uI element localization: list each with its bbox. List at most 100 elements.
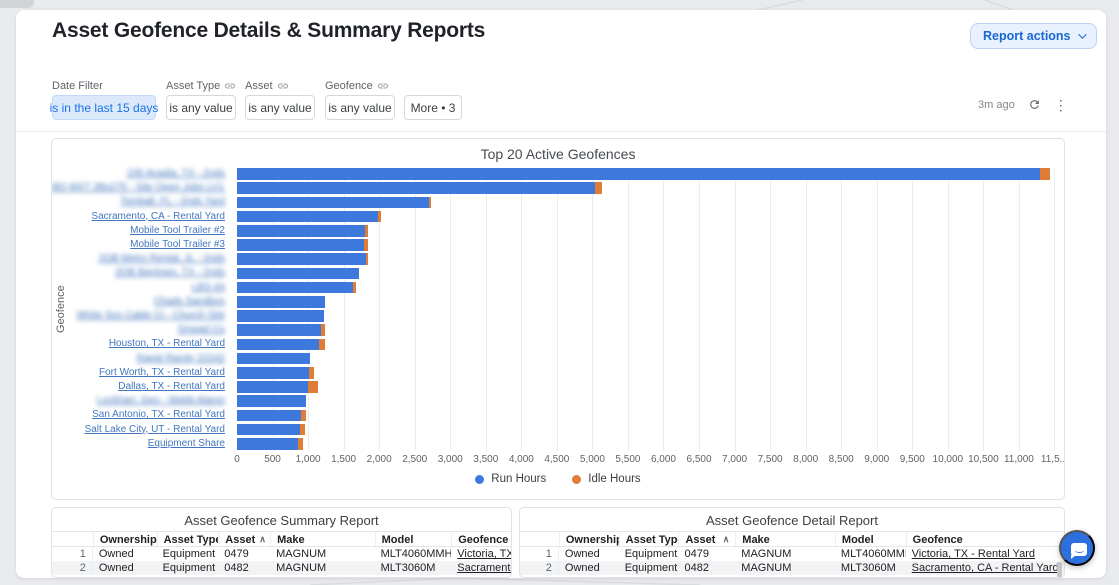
category-label[interactable]: 2OB Baytown, TX - 2nds [52,266,225,280]
category-label[interactable]: Mobile Tool Trailer #3 [52,238,225,252]
column-header[interactable]: Asset Type [157,532,219,546]
idle-hours-bar [301,410,306,422]
gridline [983,167,984,451]
dashboard-panel: Asset Geofence Details & Summary Reports… [16,10,1106,578]
legend-item-run-hours[interactable]: Run Hours [475,473,546,485]
column-header[interactable]: Make [270,532,375,546]
row-number-header[interactable] [520,532,559,546]
category-label[interactable]: BO MXT 2Bx275 - Site Open Jobs LV12 [52,181,225,195]
row-number-cell: 2 [520,561,559,575]
table-cell: Owned [93,561,157,575]
category-label[interactable]: Dallas, TX - Rental Yard [52,380,225,394]
column-header[interactable]: Asset∧ [678,532,735,546]
category-label[interactable]: Mobile Tool Trailer #2 [52,224,225,238]
category-label[interactable]: Lockhart, Geo - Webb Alamo [52,394,225,408]
category-label[interactable]: 2OB Metro Rental, JL - 2nds [52,252,225,266]
idle-hours-bar [364,239,368,251]
column-header[interactable]: Ownership [559,532,619,546]
bar-row [237,323,325,337]
category-label[interactable]: Chads Sandbox [52,295,225,309]
table-cell: MAGNUM [735,547,835,561]
run-hours-dot-icon [475,475,484,484]
geofence-filter-button[interactable]: is any value [325,95,395,120]
refresh-icon[interactable] [1028,98,1041,111]
row-number-cell: 2 [52,561,93,575]
column-header[interactable]: Asset Type [619,532,679,546]
bar-row [237,195,431,209]
category-label[interactable]: Houston, TX - Rental Yard [52,337,225,351]
geofence-link-cell[interactable]: Victoria, TX - Rental Yard [906,547,1064,561]
x-tick-label: 1,500 [331,454,356,465]
report-actions-label: Report actions [983,29,1071,43]
bar-row [237,266,359,280]
gridline [486,167,487,451]
column-header[interactable]: Model [375,532,452,546]
chat-widget-button[interactable] [1059,530,1095,566]
table-cell: 0479 [218,547,270,561]
gridline [948,167,949,451]
bar-row [237,423,305,437]
category-label[interactable]: White Sox Cable Ct - Church Site [52,309,225,323]
run-hours-bar [237,310,324,322]
run-hours-bar [237,282,353,294]
legend-item-idle-hours[interactable]: Idle Hours [572,473,640,485]
category-label[interactable]: San Antonio, TX - Rental Yard [52,408,225,422]
bar-row [237,167,1050,181]
category-label[interactable]: LBS-44 [52,281,225,295]
column-header[interactable]: Geofence [451,532,511,546]
table-row: 1OwnedEquipment0479MAGNUMMLT4060MMHVicto… [520,547,1064,561]
table-cell: Equipment [619,547,679,561]
geofence-link-cell[interactable]: Sacramento, [451,561,511,575]
bar-row [237,366,314,380]
category-label[interactable]: Sacramento, CA - Rental Yard [52,210,225,224]
idle-hours-bar [300,424,306,436]
table-cell: MAGNUM [270,561,375,575]
table-cell: 0482 [678,561,735,575]
idle-hours-dot-icon [572,475,581,484]
category-label[interactable]: Equipment Share [52,437,225,451]
column-header[interactable]: Ownership [93,532,157,546]
x-tick-label: 10,000 [933,454,964,465]
gridline [663,167,664,451]
category-label[interactable]: Salt Lake City, UT - Rental Yard [52,423,225,437]
category-label[interactable]: Smead Co [52,323,225,337]
category-label[interactable]: Rapid Randy 22242 [52,352,225,366]
summary-table-tile: Asset Geofence Summary Report OwnershipA… [51,507,512,578]
bar-row [237,408,306,422]
bar-row [237,394,306,408]
run-hours-bar [237,353,310,365]
idle-hours-bar [595,182,602,194]
column-header[interactable]: Asset∧ [218,532,270,546]
column-header[interactable]: Model [835,532,906,546]
table-cell: MAGNUM [270,547,375,561]
geofence-link-cell[interactable]: Sacramento, CA - Rental Yard [906,561,1064,575]
geofence-link-cell[interactable]: Victoria, TX - [451,547,511,561]
category-label[interactable]: 155 Acadia, TX - 2nds [52,167,225,181]
column-header[interactable]: Make [735,532,835,546]
row-number-header[interactable] [52,532,93,546]
more-filters-button[interactable]: More • 3 [404,95,462,120]
chat-bubble-icon [1071,543,1087,556]
x-tick-label: 4,500 [544,454,569,465]
bar-row [237,309,324,323]
x-tick-label: 6,500 [687,454,712,465]
category-label[interactable]: Fort Worth, TX - Rental Yard [52,366,225,380]
date-filter-button[interactable]: is in the last 15 days [52,95,156,120]
x-tick-label: 5,500 [615,454,640,465]
row-number-cell: 1 [52,547,93,561]
bar-row [237,380,318,394]
table-row: 2OwnedEquipment0482MAGNUMMLT3060MSacrame… [520,561,1064,575]
overflow-menu-icon[interactable]: ⋮ [1054,99,1068,111]
x-tick-label: 9,500 [900,454,925,465]
gridline [557,167,558,451]
report-actions-button[interactable]: Report actions [970,23,1097,49]
page-title: Asset Geofence Details & Summary Reports [52,19,485,43]
column-header[interactable]: Geofence [906,532,1064,546]
asset-type-filter-button[interactable]: is any value [166,95,236,120]
category-label[interactable]: Tomball, FL - 2nds Yard [52,195,225,209]
asset-filter-button[interactable]: is any value [245,95,315,120]
sort-asc-icon: ∧ [255,534,266,545]
idle-hours-bar [309,367,314,379]
table-scrollbar[interactable] [1057,562,1062,578]
x-tick-label: 11,000 [1004,454,1034,465]
